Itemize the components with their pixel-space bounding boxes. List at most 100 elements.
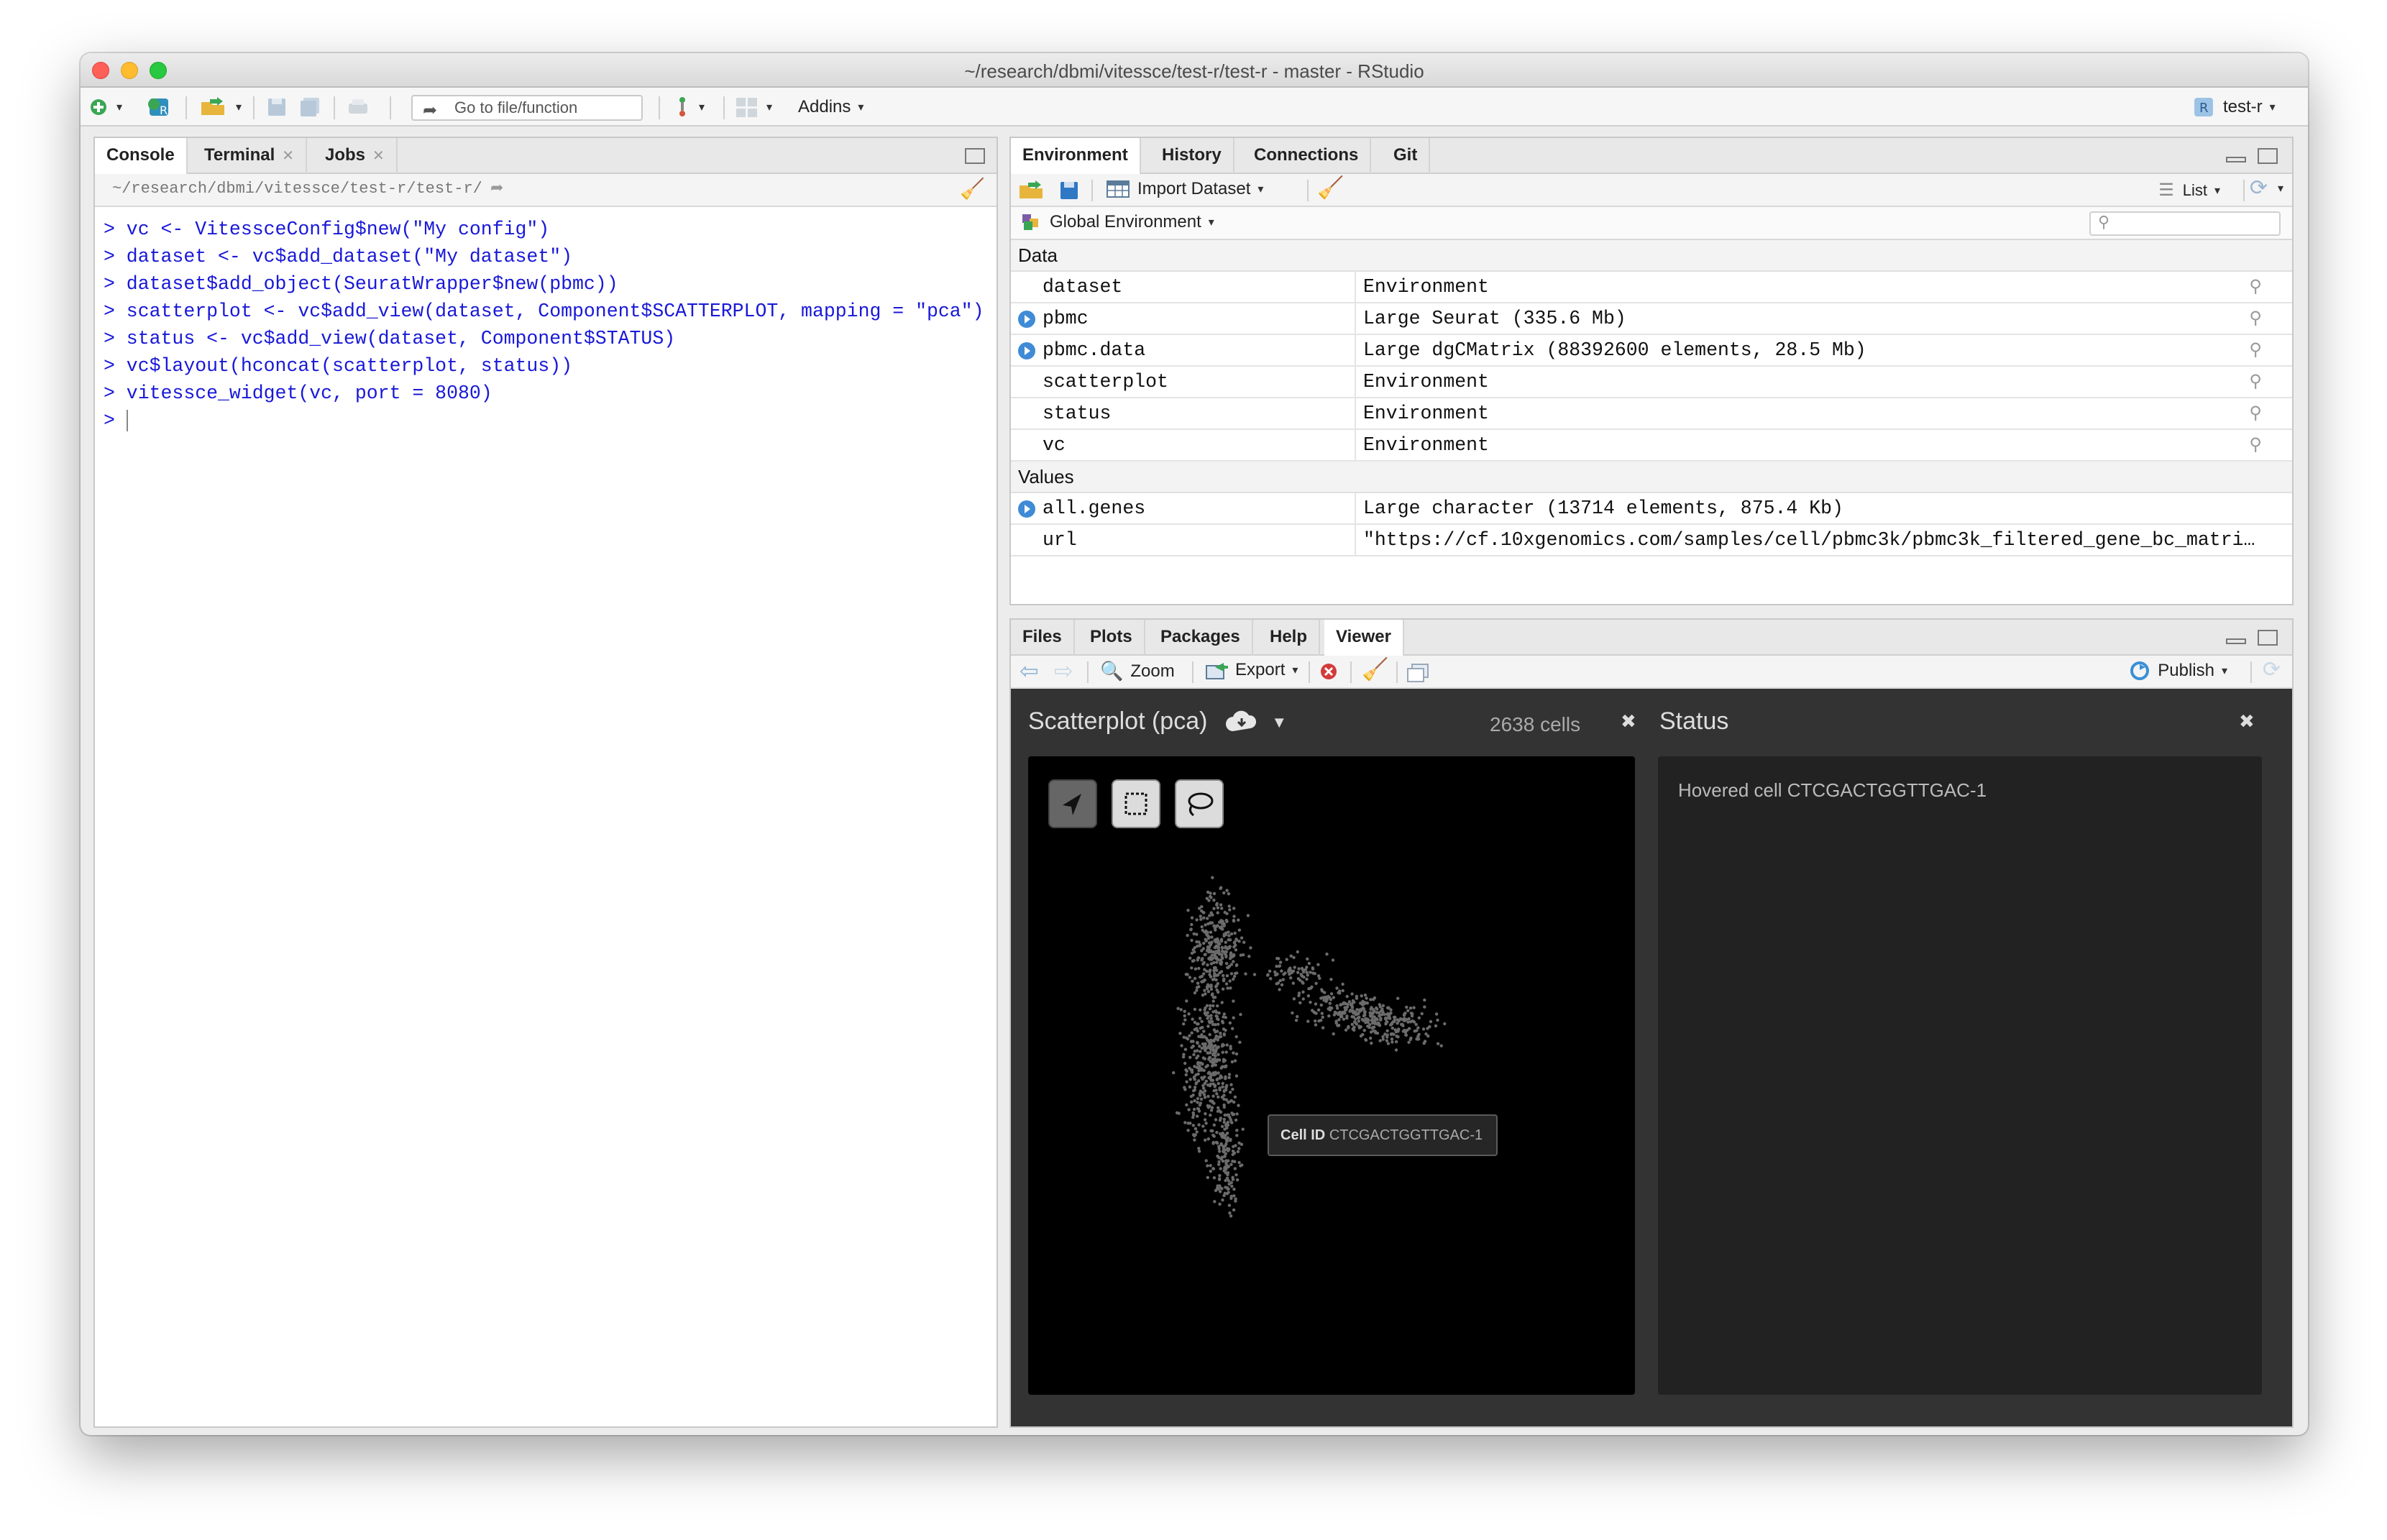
- cell-point[interactable]: [1215, 1130, 1219, 1135]
- cell-point[interactable]: [1209, 894, 1212, 899]
- cell-point[interactable]: [1199, 1008, 1202, 1012]
- cell-point[interactable]: [1213, 1083, 1217, 1087]
- cell-point[interactable]: [1211, 1061, 1216, 1065]
- cell-point[interactable]: [1233, 931, 1237, 935]
- cell-point[interactable]: [1314, 981, 1318, 985]
- cell-point[interactable]: [1389, 1032, 1393, 1036]
- cell-point[interactable]: [1230, 1184, 1234, 1188]
- cell-point[interactable]: [1211, 876, 1214, 879]
- cell-point[interactable]: [1234, 1074, 1239, 1078]
- cell-point[interactable]: [1206, 1094, 1210, 1099]
- cell-point[interactable]: [1192, 1107, 1196, 1112]
- cell-point[interactable]: [1229, 1047, 1232, 1050]
- cell-point[interactable]: [1211, 913, 1214, 917]
- cell-point[interactable]: [1219, 903, 1223, 907]
- cell-point[interactable]: [1394, 1048, 1398, 1052]
- cell-point[interactable]: [1375, 1006, 1378, 1010]
- view-object-icon[interactable]: ⚲: [2249, 434, 2262, 456]
- cell-point[interactable]: [1199, 1050, 1202, 1053]
- cell-point[interactable]: [1204, 1006, 1207, 1010]
- cell-point[interactable]: [1199, 975, 1202, 979]
- cell-point[interactable]: [1216, 981, 1219, 986]
- env-row[interactable]: pbmc Large Seurat (335.6 Mb) ⚲: [1011, 303, 2292, 335]
- cell-point[interactable]: [1212, 1101, 1216, 1105]
- cell-point[interactable]: [1219, 1110, 1223, 1114]
- cell-point[interactable]: [1321, 1026, 1325, 1030]
- refresh-icon[interactable]: ⟳: [2250, 175, 2268, 201]
- cell-point[interactable]: [1213, 938, 1217, 942]
- cell-point[interactable]: [1311, 967, 1315, 971]
- cell-point[interactable]: [1213, 1200, 1217, 1204]
- cell-point[interactable]: [1394, 1040, 1398, 1044]
- cell-point[interactable]: [1240, 936, 1244, 940]
- cell-point[interactable]: [1232, 918, 1236, 922]
- cell-point[interactable]: [1220, 945, 1224, 949]
- cell-point[interactable]: [1219, 1032, 1222, 1035]
- cell-point[interactable]: [1413, 1030, 1416, 1033]
- cell-point[interactable]: [1217, 1106, 1220, 1109]
- cell-point[interactable]: [1368, 1014, 1373, 1017]
- cell-point[interactable]: [1235, 1112, 1239, 1116]
- cell-point[interactable]: [1339, 1003, 1342, 1007]
- cell-point[interactable]: [1226, 986, 1229, 990]
- tab-plots[interactable]: Plots: [1078, 620, 1145, 656]
- cell-point[interactable]: [1298, 978, 1302, 982]
- cell-point[interactable]: [1222, 1117, 1226, 1122]
- cell-point[interactable]: [1234, 938, 1238, 941]
- cell-point[interactable]: [1200, 925, 1204, 929]
- cell-point[interactable]: [1222, 1032, 1226, 1036]
- cell-point[interactable]: [1233, 1167, 1237, 1170]
- cell-point[interactable]: [1232, 907, 1236, 910]
- cell-point[interactable]: [1414, 1022, 1418, 1027]
- cell-point[interactable]: [1217, 1150, 1222, 1153]
- cell-point[interactable]: [1352, 1020, 1357, 1024]
- cell-point[interactable]: [1416, 1037, 1421, 1041]
- cell-point[interactable]: [1217, 1071, 1220, 1075]
- cell-point[interactable]: [1247, 955, 1251, 958]
- cell-point[interactable]: [1341, 982, 1344, 986]
- cell-point[interactable]: [1357, 1019, 1360, 1023]
- cell-point[interactable]: [1306, 994, 1311, 998]
- cell-point[interactable]: [1301, 968, 1305, 972]
- cell-point[interactable]: [1214, 956, 1219, 960]
- cell-point[interactable]: [1206, 1051, 1209, 1055]
- cell-point[interactable]: [1206, 917, 1209, 920]
- cell-point[interactable]: [1198, 1091, 1201, 1096]
- cell-point[interactable]: [1237, 1104, 1240, 1107]
- cell-point[interactable]: [1232, 977, 1235, 981]
- cell-point[interactable]: [1209, 930, 1213, 934]
- cell-point[interactable]: [1227, 1073, 1232, 1076]
- cell-point[interactable]: [1214, 1035, 1218, 1038]
- cell-point[interactable]: [1378, 1039, 1382, 1042]
- cell-point[interactable]: [1189, 1068, 1193, 1072]
- cell-point[interactable]: [1231, 1150, 1235, 1153]
- cell-point[interactable]: [1238, 1040, 1242, 1044]
- cell-point[interactable]: [1199, 1101, 1203, 1105]
- cell-point[interactable]: [1369, 1030, 1373, 1034]
- cell-point[interactable]: [1201, 1091, 1204, 1094]
- cell-point[interactable]: [1434, 1024, 1438, 1028]
- cell-point[interactable]: [1224, 982, 1229, 986]
- cell-point[interactable]: [1224, 1064, 1228, 1068]
- cell-point[interactable]: [1278, 964, 1282, 968]
- cell-point[interactable]: [1370, 1019, 1375, 1023]
- cell-point[interactable]: [1190, 938, 1194, 943]
- cell-point[interactable]: [1231, 1178, 1235, 1181]
- cell-point[interactable]: [1192, 932, 1196, 936]
- cell-point[interactable]: [1230, 1112, 1234, 1115]
- expand-icon[interactable]: [1018, 500, 1035, 518]
- cell-point[interactable]: [1220, 955, 1224, 959]
- cell-point[interactable]: [1390, 1037, 1394, 1041]
- cell-point[interactable]: [1229, 1214, 1233, 1218]
- cell-point[interactable]: [1193, 1138, 1196, 1142]
- cell-point[interactable]: [1327, 1007, 1330, 1011]
- expand-icon[interactable]: [1018, 311, 1035, 328]
- cell-point[interactable]: [1233, 1095, 1237, 1099]
- cell-point[interactable]: [1387, 1006, 1390, 1010]
- cell-point[interactable]: [1224, 940, 1227, 944]
- cell-point[interactable]: [1237, 1160, 1241, 1165]
- cell-point[interactable]: [1211, 1167, 1215, 1170]
- cell-point[interactable]: [1417, 1016, 1421, 1019]
- cell-point[interactable]: [1434, 1012, 1439, 1016]
- cell-point[interactable]: [1211, 1004, 1215, 1008]
